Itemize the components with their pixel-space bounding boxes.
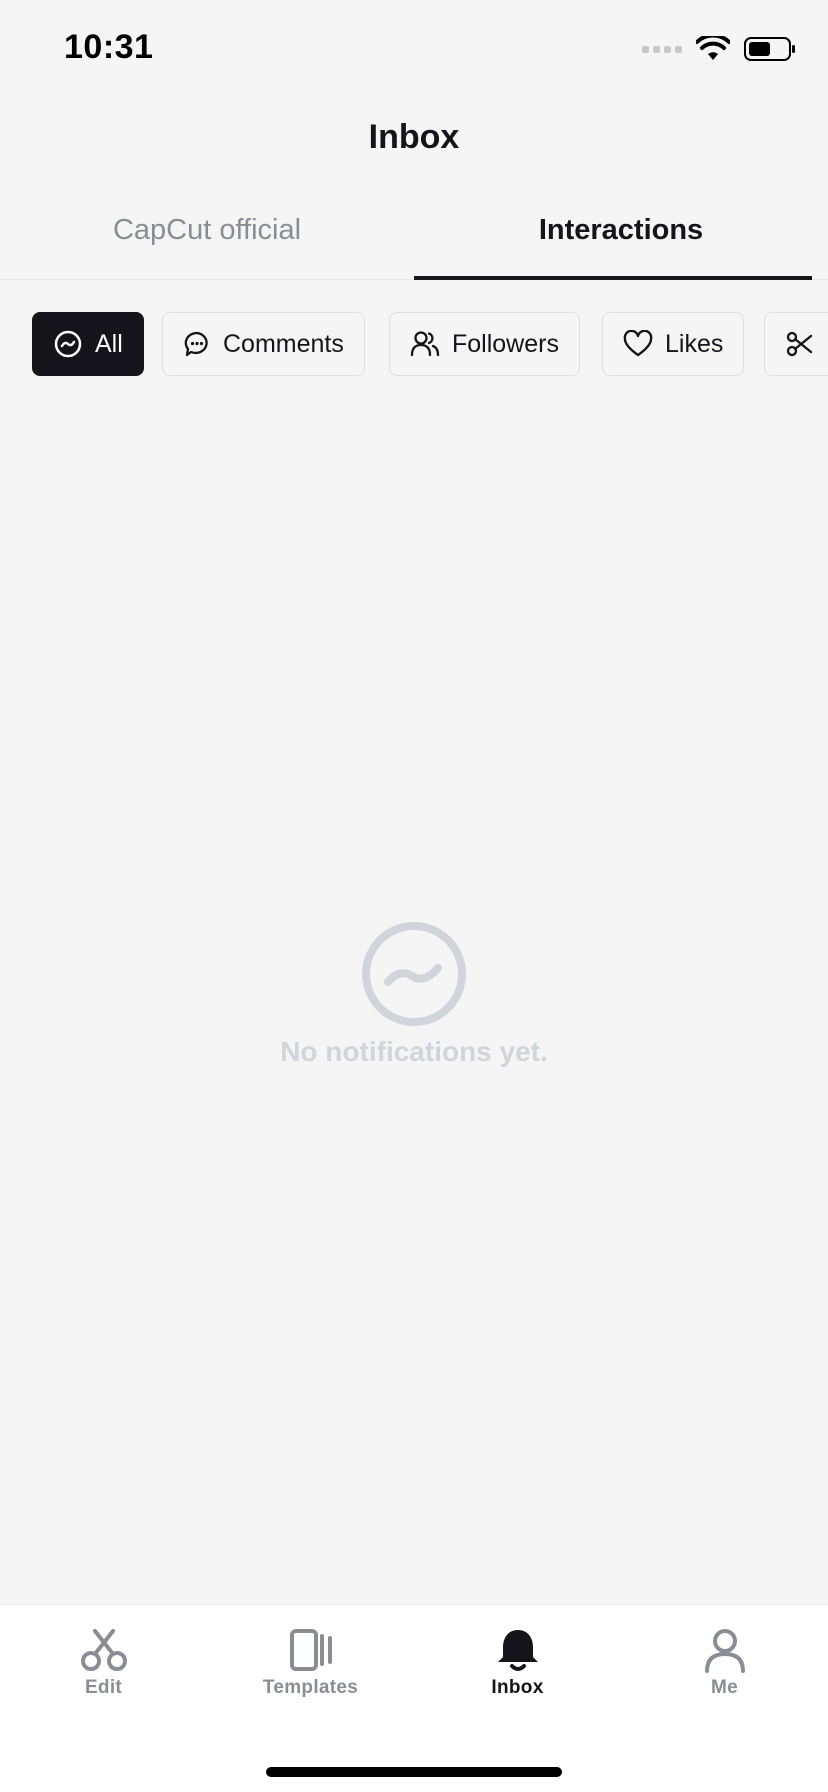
empty-state: No notifications yet. — [0, 920, 828, 1068]
home-indicator — [266, 1767, 562, 1777]
filter-likes[interactable]: Likes — [602, 312, 745, 376]
filter-all[interactable]: All — [32, 312, 144, 376]
tab-active-indicator — [414, 276, 812, 280]
comment-bubble-icon — [184, 331, 208, 357]
signal-icon — [642, 45, 682, 53]
filter-templates[interactable] — [764, 312, 828, 376]
person-icon — [704, 1629, 745, 1673]
activity-circle-icon — [54, 330, 82, 358]
wifi-icon — [696, 36, 730, 60]
bell-icon — [497, 1630, 538, 1671]
tab-capcut-official[interactable]: CapCut official — [0, 214, 414, 247]
status-time: 10:31 — [64, 28, 154, 66]
filter-followers[interactable]: Followers — [389, 312, 580, 376]
filter-comments[interactable]: Comments — [162, 312, 365, 376]
heart-icon — [623, 330, 653, 357]
templates-icon — [289, 1629, 332, 1671]
filter-chips: All Comments Followers Likes — [32, 312, 828, 378]
status-icons — [642, 36, 796, 62]
scissors-icon — [80, 1629, 127, 1671]
tab-interactions[interactable]: Interactions — [414, 214, 828, 247]
empty-state-message: No notifications yet. — [280, 1036, 548, 1067]
filter-followers-label: Followers — [452, 329, 559, 358]
nav-edit-label: Edit — [84, 1677, 123, 1698]
status-bar: 10:31 — [0, 0, 828, 100]
nav-edit[interactable]: Edit — [0, 1627, 207, 1699]
activity-circle-icon — [362, 922, 466, 1026]
nav-templates-label: Templates — [262, 1677, 359, 1698]
nav-templates[interactable]: Templates — [207, 1627, 414, 1699]
nav-me[interactable]: Me — [621, 1627, 828, 1699]
scissors-icon — [786, 331, 813, 357]
battery-icon — [744, 37, 795, 61]
followers-icon — [410, 331, 440, 357]
filter-likes-label: Likes — [665, 329, 724, 358]
nav-inbox-label: Inbox — [491, 1677, 544, 1698]
nav-inbox[interactable]: Inbox — [414, 1627, 621, 1699]
filter-comments-label: Comments — [223, 329, 344, 358]
filter-all-label: All — [95, 329, 123, 358]
page-title: Inbox — [368, 118, 460, 156]
nav-me-label: Me — [711, 1677, 738, 1698]
bottom-nav: Edit Templates Inbox Me — [0, 1604, 828, 1792]
inbox-tabs: CapCut official Interactions — [0, 190, 828, 280]
